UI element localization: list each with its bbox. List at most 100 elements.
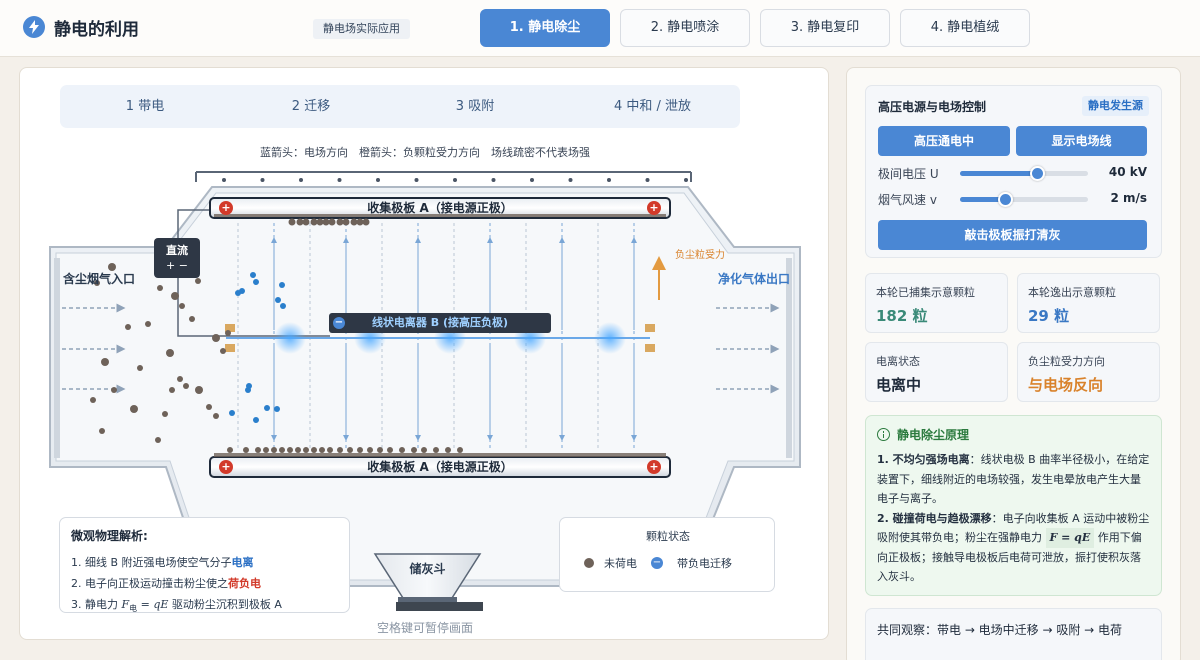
tab-electrostatic-flocking[interactable]: 4. 静电植绒 [900, 9, 1030, 47]
micro-line-3: 3. 静电力 F电 = qE 驱动粉尘沉积到极板 A [71, 598, 282, 614]
uncharged-dot-icon [584, 558, 594, 568]
info-icon [877, 428, 890, 441]
dust-particle [213, 413, 219, 419]
dust-particle [206, 404, 212, 410]
deposited-dust [319, 447, 325, 453]
deposited-dust [302, 218, 310, 226]
dust-particle [220, 348, 226, 354]
deposited-dust [227, 447, 233, 453]
dust-particle [157, 285, 163, 291]
deposited-dust [288, 218, 296, 226]
ionization-stat: 电离状态 电离中 [865, 342, 1008, 402]
rap-clean-button[interactable]: 敲击极板振打清灰 [878, 220, 1147, 250]
lightning-icon [23, 16, 45, 38]
deposited-dust [311, 447, 317, 453]
charged-particle [280, 303, 286, 309]
particle-state-legend: 颗粒状态 未荷电 − 带负电迁移 [559, 517, 775, 592]
deposited-dust [271, 447, 277, 453]
dust-particle [101, 358, 109, 366]
charged-particle [253, 417, 259, 423]
ionization-status: 电离中 [876, 376, 922, 394]
dust-particle [125, 324, 131, 330]
deposited-dust [287, 447, 293, 453]
positive-terminal-icon: + [219, 460, 233, 474]
voltage-slider[interactable] [960, 166, 1088, 181]
rail-bolt [568, 178, 573, 182]
deposited-dust [316, 218, 324, 226]
deposited-dust [342, 218, 350, 226]
deposited-dust [347, 447, 353, 453]
principle-card: 静电除尘原理 1. 不均匀强场电离：线状电极 B 曲率半径极小，在给定装置下，细… [865, 415, 1162, 596]
deposited-dust [399, 447, 405, 453]
deposited-dust [411, 447, 417, 453]
field-lines-button[interactable]: 显示电场线 [1016, 126, 1147, 156]
inlet-label: 含尘烟气入口 [63, 272, 136, 286]
top-terminal-rail [195, 171, 692, 182]
escaped-count: 29 粒 [1028, 307, 1070, 325]
tab-electrostatic-copying[interactable]: 3. 静电复印 [760, 9, 890, 47]
dust-particle [225, 330, 231, 336]
tab-electrostatic-precipitation[interactable]: 1. 静电除尘 [480, 9, 610, 47]
deposited-dust [457, 447, 463, 453]
principle-paragraph-2: 2. 碰撞荷电与趋极漂移：电子向收集板 A 运动中被粉尘吸附使其带负电；粉尘在强… [877, 511, 1150, 584]
dust-particle [189, 316, 195, 322]
rail-bolt [530, 178, 534, 182]
rail-bolt [684, 178, 688, 182]
deposited-dust [445, 447, 451, 453]
charged-particle [250, 272, 256, 278]
deposited-dust [295, 447, 301, 453]
speed-value: 2 m/s [1110, 191, 1147, 205]
micro-title: 微观物理解析: [71, 529, 148, 543]
dust-particle [90, 397, 96, 403]
charged-particle [264, 405, 270, 411]
particle-state-title: 颗粒状态 [646, 530, 690, 543]
dust-particle [171, 292, 179, 300]
dust-particle [99, 428, 105, 434]
negative-terminal-icon: − [333, 317, 345, 329]
simulation-panel[interactable]: 1 带电 2 迁移 3 吸附 4 中和 / 泄放 蓝箭头：电场方向 橙箭头：负颗… [19, 67, 829, 640]
tab-electrostatic-spraying[interactable]: 2. 静电喷涂 [620, 9, 750, 47]
rail-bolt [645, 178, 650, 182]
deposited-dust [255, 447, 261, 453]
top-plate-label: 收集极板 A（接电源正极） [367, 201, 513, 215]
rail-bolt [376, 178, 380, 182]
dust-particle [137, 365, 143, 371]
wire-label-text: 线状电离器 B (接高压负极) [371, 316, 509, 329]
dust-particle [169, 387, 175, 393]
dust-particle [155, 437, 161, 443]
deposited-dust [336, 218, 344, 226]
dust-particle [212, 334, 220, 342]
positive-terminal-icon: + [219, 201, 233, 215]
rail-bolt [453, 178, 457, 182]
micro-line-1: 1. 细线 B 附近强电场使空气分子电离 [71, 556, 254, 569]
deposited-dust [303, 447, 309, 453]
side-panel: 高压电源与电场控制 静电发生源 高压通电中 显示电场线 极间电压 U 40 kV… [846, 67, 1181, 660]
speed-slider[interactable] [960, 192, 1088, 207]
deposited-dust [322, 218, 330, 226]
charged-particle [253, 279, 259, 285]
speed-label: 烟气风速 v [878, 193, 937, 207]
dc-polarity: + − [166, 259, 188, 272]
app-header: 静电的利用 静电场实际应用 1. 静电除尘 2. 静电喷涂 3. 静电复印 4.… [0, 0, 1200, 57]
outlet-label: 净化气体出口 [718, 272, 791, 286]
app-title: 静电的利用 [54, 20, 139, 40]
corona-glow [274, 322, 306, 354]
deposited-dust [279, 447, 285, 453]
captured-count: 182 粒 [876, 307, 928, 325]
voltage-slider-thumb[interactable] [1029, 166, 1045, 181]
charged-particle [229, 410, 235, 416]
dc-label: 直流 [166, 244, 188, 257]
legend-uncharged: 未荷电 [584, 555, 637, 571]
dust-particle [183, 383, 189, 389]
deposited-dust [243, 447, 249, 453]
rail-bolt [491, 178, 496, 182]
deposited-dust [362, 218, 370, 226]
pause-hint: 空格键可暂停画面 [376, 621, 473, 635]
power-button[interactable]: 高压通电中 [878, 126, 1010, 156]
rail-bolt [414, 178, 419, 182]
speed-slider-thumb[interactable] [997, 192, 1013, 207]
force-direction-value: 与电场反向 [1028, 376, 1104, 394]
micro-line-2: 2. 电子向正极运动撞击粉尘使之荷负电 [71, 577, 261, 590]
source-tag: 静电发生源 [1082, 96, 1149, 116]
dust-particle [177, 376, 183, 382]
